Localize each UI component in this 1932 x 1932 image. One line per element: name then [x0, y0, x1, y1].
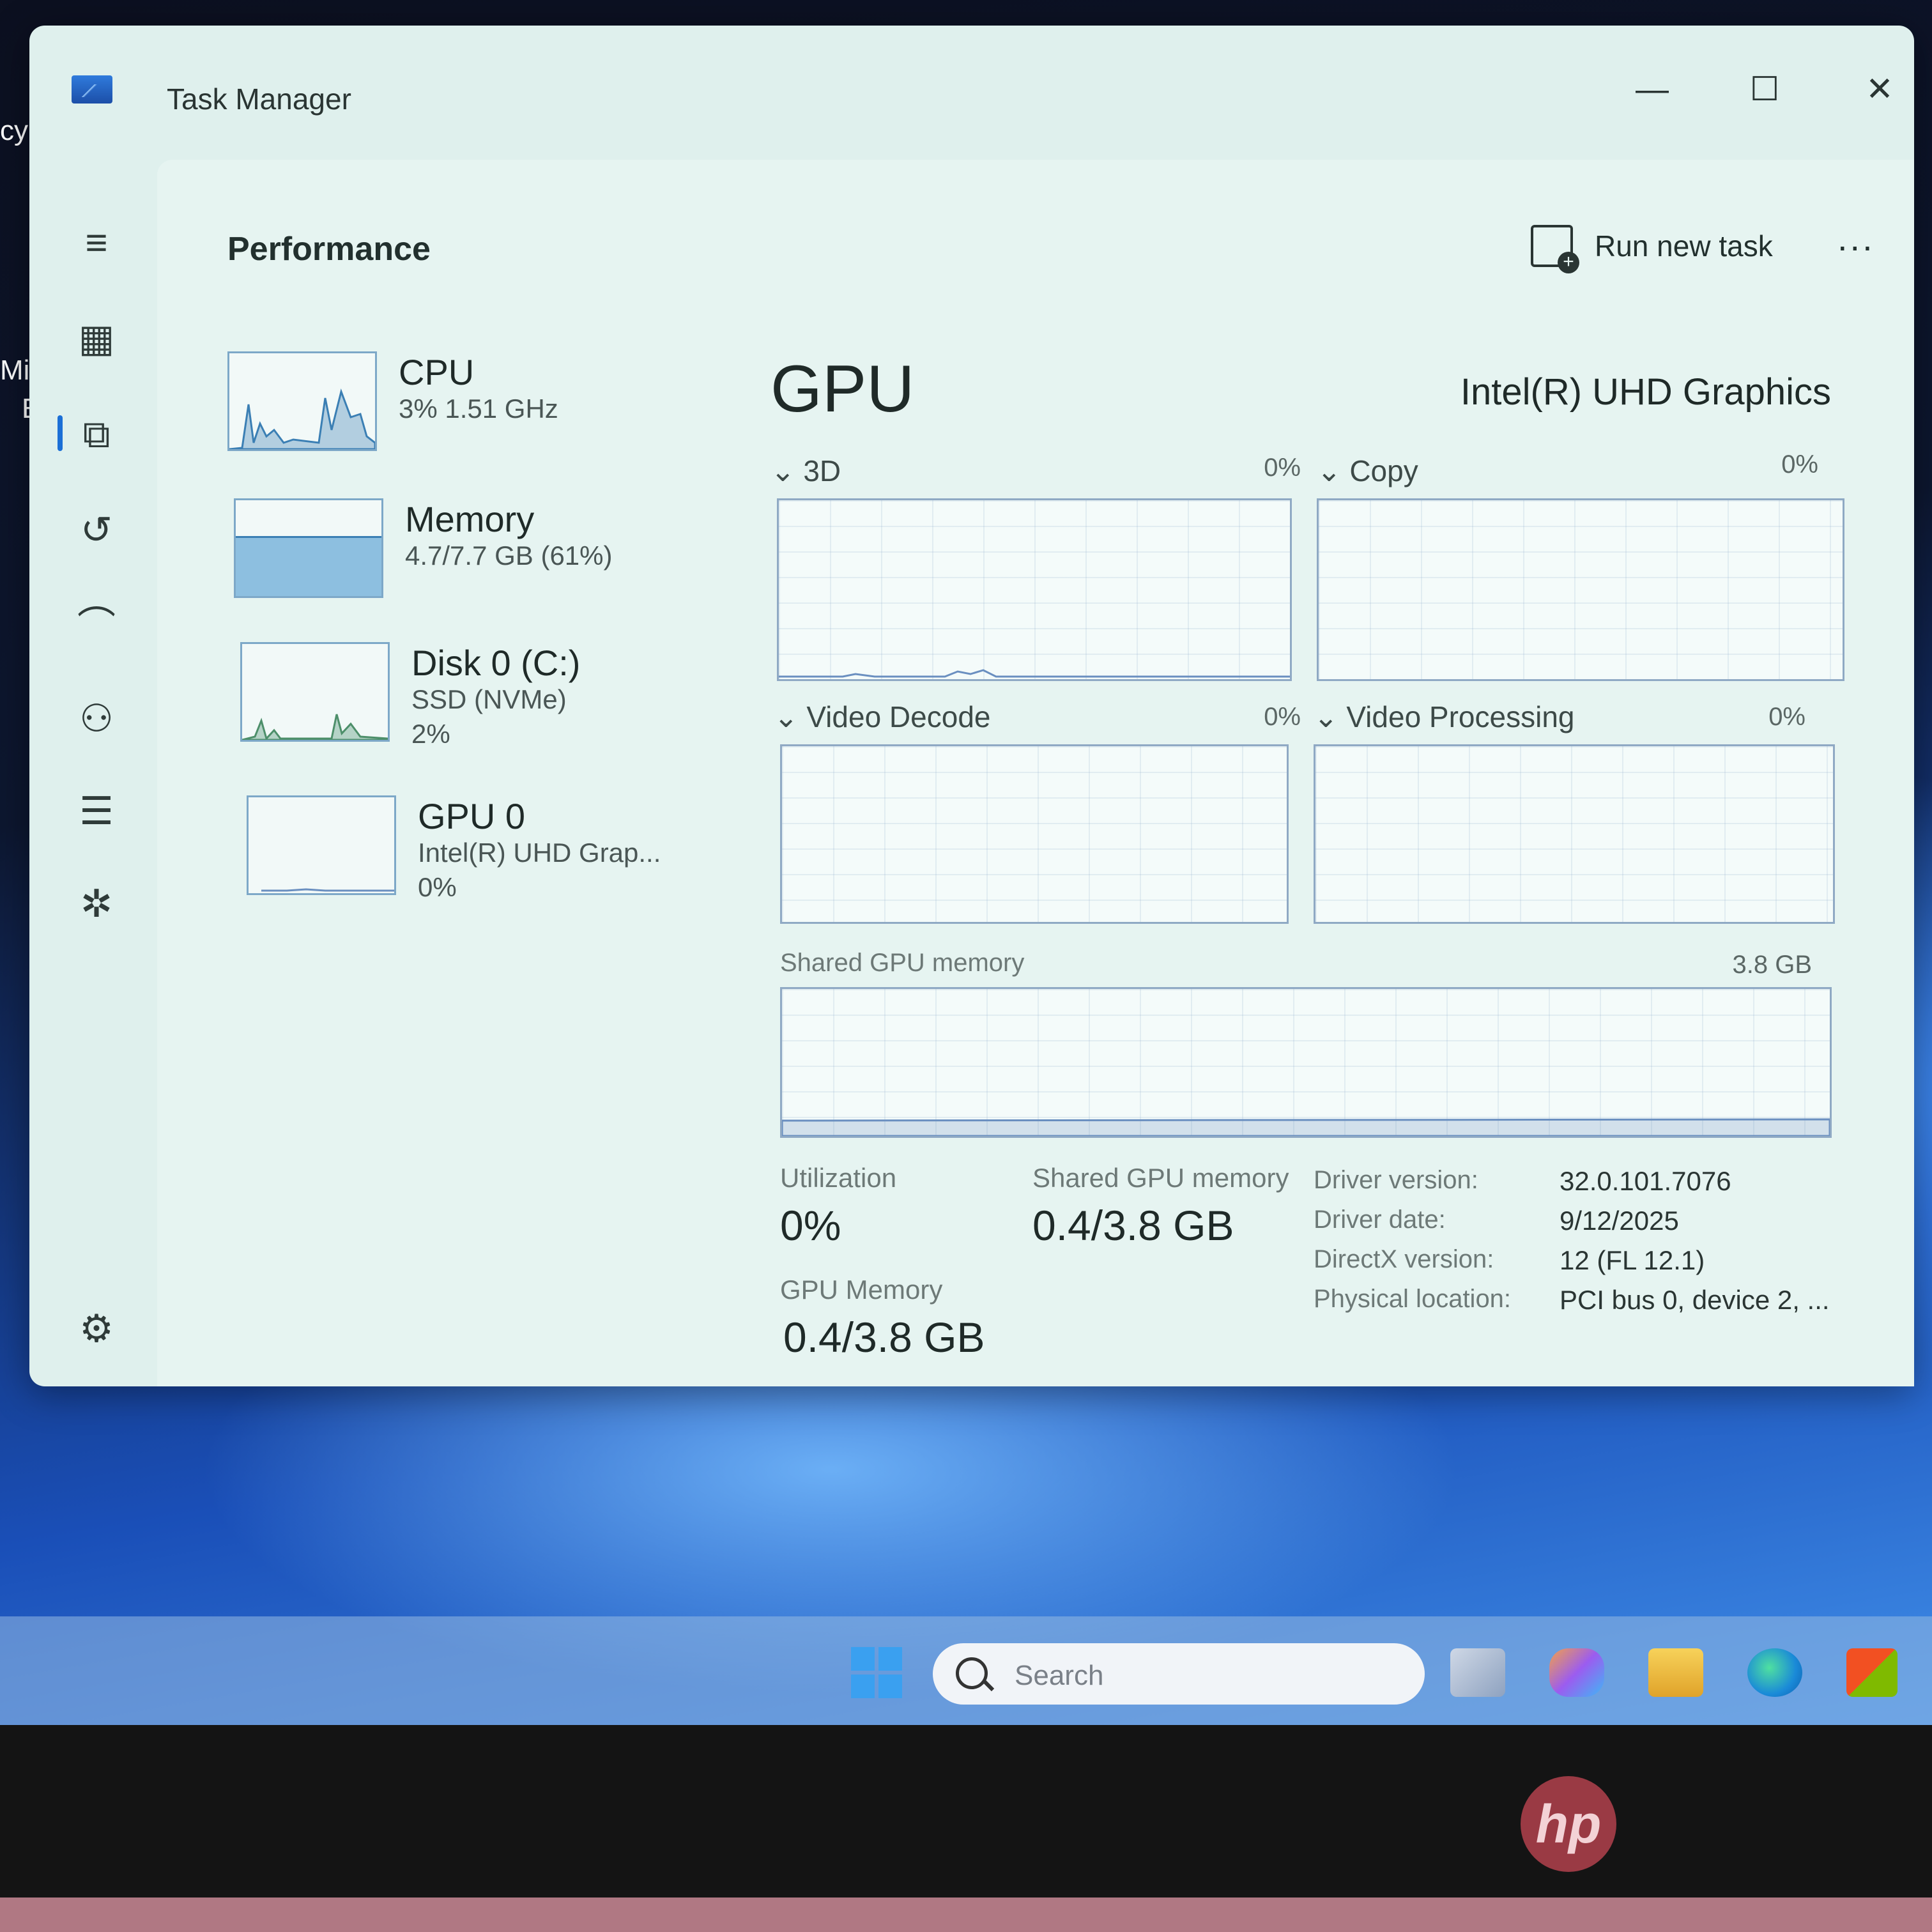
info-label: Driver date:: [1314, 1206, 1446, 1234]
shared-gpu-memory-value: 0.4/3.8 GB: [1032, 1202, 1234, 1249]
device-name: Memory: [405, 499, 535, 539]
page-title: Performance: [227, 231, 431, 268]
performance-icon[interactable]: ⧉: [68, 409, 125, 460]
minimize-button[interactable]: —: [1627, 64, 1678, 115]
graph-label: Copy: [1349, 454, 1418, 487]
graph-3d-selector[interactable]: ⌄ 3D: [770, 454, 841, 488]
hp-logo: hp: [1521, 1776, 1616, 1872]
cpu-sparkline: [229, 388, 375, 449]
memory-thumbnail-graph: [234, 498, 383, 598]
desktop: cy Mic Ec Task Manager — ☐ ✕ ≡ ▦ ⧉ ↺ ⌒ ⚇…: [0, 0, 1932, 1725]
graph-value: 0%: [1768, 703, 1805, 731]
device-usage: 0%: [418, 872, 457, 902]
info-label: DirectX version:: [1314, 1245, 1494, 1273]
search-placeholder: Search: [1015, 1660, 1104, 1691]
gpu-memory-value: 0.4/3.8 GB: [783, 1314, 985, 1361]
device-name: CPU: [399, 352, 475, 392]
task-manager-app-icon: [72, 75, 112, 103]
info-value: 9/12/2025: [1560, 1206, 1679, 1236]
desktop-label: cy: [0, 115, 28, 146]
device-name: GPU 0: [418, 796, 526, 836]
device-item-memory[interactable]: Memory 4.7/7.7 GB (61%): [227, 498, 726, 613]
graph-3d: [777, 498, 1292, 681]
laptop-body-strip: [0, 1897, 1932, 1932]
run-new-task-label: Run new task: [1595, 229, 1773, 263]
utilization-value: 0%: [780, 1202, 841, 1249]
graph-label: Video Decode: [806, 700, 991, 733]
device-item-disk[interactable]: Disk 0 (C:) SSD (NVMe) 2%: [227, 642, 726, 757]
gpu-model-name: Intel(R) UHD Graphics: [1460, 371, 1831, 413]
edge-browser-icon[interactable]: [1747, 1648, 1802, 1697]
disk-thumbnail-graph: [240, 642, 390, 742]
task-view-icon[interactable]: [1450, 1648, 1505, 1697]
graph-video-decode-selector[interactable]: ⌄ Video Decode: [774, 700, 990, 734]
cpu-thumbnail-graph: [227, 351, 377, 451]
taskbar-search-box[interactable]: Search: [933, 1643, 1425, 1705]
run-task-icon: [1531, 225, 1579, 273]
shared-memory-graph-line: [781, 1118, 1831, 1137]
processes-icon[interactable]: ▦: [68, 313, 125, 364]
maximize-button[interactable]: ☐: [1739, 64, 1790, 115]
performance-content: Performance Run new task ... CPU 3% 1.51…: [157, 160, 1914, 1386]
graph-video-processing: [1314, 744, 1835, 924]
disk-sparkline: [242, 714, 388, 740]
device-usage: 2%: [411, 719, 450, 749]
users-icon[interactable]: ⚇: [68, 693, 125, 744]
window-title: Task Manager: [167, 82, 351, 116]
close-button[interactable]: ✕: [1854, 64, 1905, 115]
startup-apps-icon[interactable]: ⌒: [68, 601, 125, 652]
utilization-label: Utilization: [780, 1163, 897, 1193]
app-history-icon[interactable]: ↺: [68, 505, 125, 556]
hamburger-menu-icon[interactable]: ≡: [68, 217, 125, 268]
graph-copy: [1317, 498, 1844, 681]
info-label: Driver version:: [1314, 1166, 1478, 1194]
device-detail: 3% 1.51 GHz: [399, 394, 558, 424]
device-name: Disk 0 (C:): [411, 643, 581, 683]
shared-memory-graph-value: 3.8 GB: [1732, 951, 1812, 979]
shared-memory-graph-label: Shared GPU memory: [780, 949, 1025, 977]
device-detail: Intel(R) UHD Grap...: [418, 838, 661, 868]
title-bar[interactable]: Task Manager — ☐ ✕: [29, 26, 1914, 147]
device-item-cpu[interactable]: CPU 3% 1.51 GHz: [227, 351, 726, 466]
graph-value: 0%: [1781, 450, 1818, 479]
device-item-gpu[interactable]: GPU 0 Intel(R) UHD Grap... 0%: [227, 795, 726, 910]
info-value: 12 (FL 12.1): [1560, 1245, 1705, 1275]
device-detail: SSD (NVMe): [411, 684, 567, 714]
microsoft-store-icon[interactable]: [1846, 1648, 1897, 1697]
device-detail: 4.7/7.7 GB (61%): [405, 540, 613, 571]
copilot-icon[interactable]: [1549, 1648, 1604, 1697]
services-icon[interactable]: ✲: [68, 878, 125, 930]
gpu-thumbnail-graph: [247, 795, 396, 895]
gpu-title: GPU: [770, 352, 915, 426]
graph-label: 3D: [803, 454, 841, 487]
memory-usage-fill: [236, 535, 381, 596]
gpu-memory-label: GPU Memory: [780, 1275, 943, 1305]
graph-value: 0%: [1264, 454, 1301, 482]
info-value: 32.0.101.7076: [1560, 1166, 1731, 1196]
graph-copy-selector[interactable]: ⌄ Copy: [1317, 454, 1418, 488]
details-icon[interactable]: ☰: [68, 786, 125, 837]
shared-memory-graph: [780, 987, 1832, 1138]
graph-value: 0%: [1264, 703, 1301, 731]
graph-video-processing-selector[interactable]: ⌄ Video Processing: [1314, 700, 1574, 734]
nav-active-indicator: [57, 415, 63, 451]
more-options-button[interactable]: ...: [1837, 217, 1875, 259]
info-label: Physical location:: [1314, 1285, 1512, 1313]
taskbar: Search: [0, 1616, 1932, 1725]
task-manager-window: Task Manager — ☐ ✕ ≡ ▦ ⧉ ↺ ⌒ ⚇ ☰ ✲ ⚙ Per…: [29, 26, 1914, 1386]
nav-rail: ≡ ▦ ⧉ ↺ ⌒ ⚇ ☰ ✲ ⚙: [29, 147, 157, 1386]
run-new-task-button[interactable]: Run new task: [1531, 224, 1773, 273]
file-explorer-icon[interactable]: [1648, 1648, 1703, 1697]
windows-start-icon[interactable]: [851, 1647, 902, 1698]
shared-gpu-memory-label: Shared GPU memory: [1032, 1163, 1289, 1193]
search-icon: [956, 1657, 988, 1689]
info-value: PCI bus 0, device 2, ...: [1560, 1285, 1830, 1315]
graph-video-decode: [780, 744, 1289, 924]
gpu-sparkline: [261, 888, 394, 892]
graph-3d-line: [779, 669, 1290, 678]
graph-label: Video Processing: [1346, 700, 1575, 733]
settings-gear-icon[interactable]: ⚙: [68, 1303, 125, 1354]
